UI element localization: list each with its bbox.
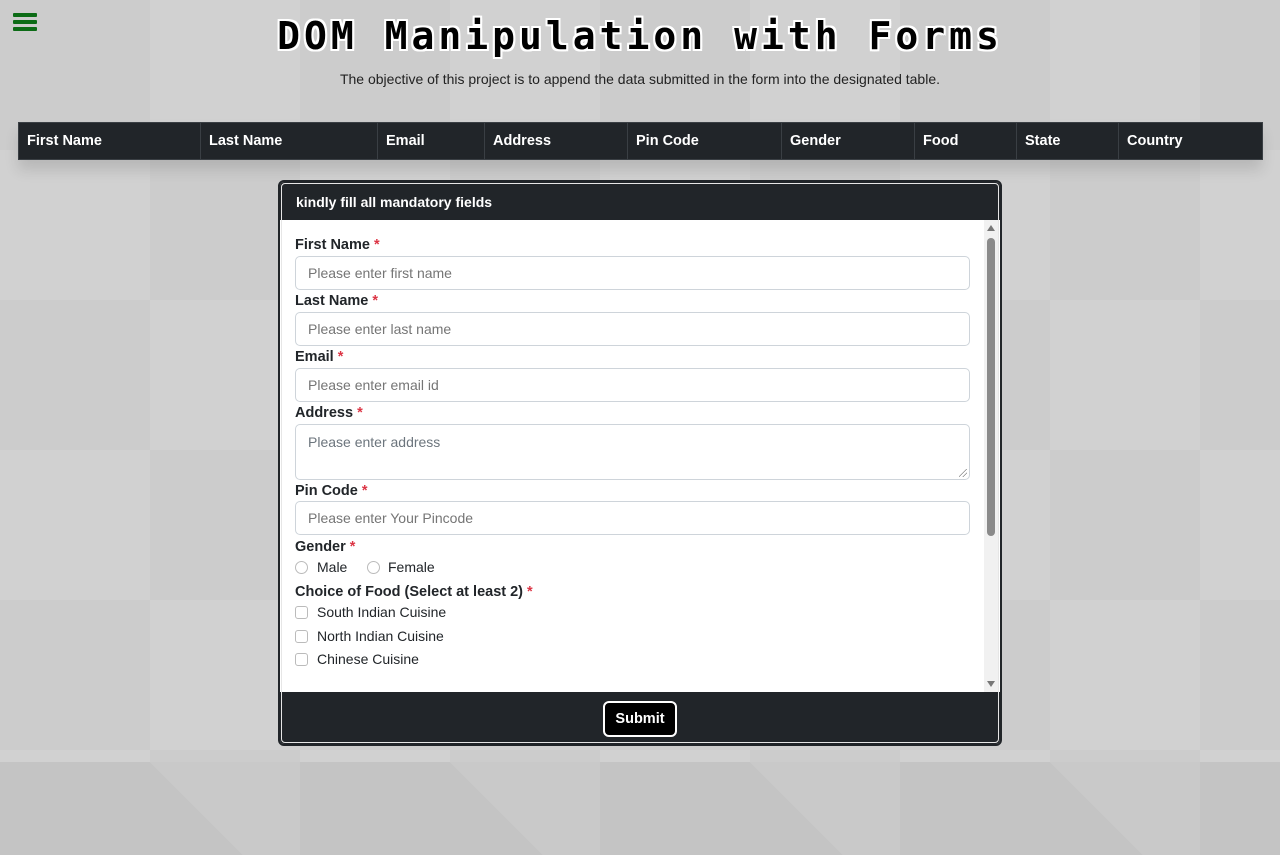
scroll-down-arrow-icon[interactable]: [987, 681, 995, 687]
food-chinese-label[interactable]: Chinese Cuisine: [317, 651, 419, 667]
column-header-state: State: [1016, 122, 1119, 160]
data-table-container: First Name Last Name Email Address Pin C…: [18, 122, 1263, 160]
column-header-address: Address: [484, 122, 628, 160]
food-south-indian-label[interactable]: South Indian Cuisine: [317, 604, 446, 620]
form-body: First Name * Last Name * Email * Address…: [280, 220, 1000, 692]
column-header-food: Food: [914, 122, 1017, 160]
form-card: kindly fill all mandatory fields First N…: [278, 180, 1002, 746]
food-chinese-checkbox[interactable]: [295, 653, 308, 666]
required-marker: *: [373, 237, 380, 253]
required-marker: *: [361, 483, 368, 499]
first-name-label: First Name *: [295, 237, 380, 253]
gender-male-label[interactable]: Male: [317, 559, 347, 575]
data-table: First Name Last Name Email Address Pin C…: [18, 122, 1263, 160]
required-marker: *: [372, 293, 379, 309]
required-marker: *: [527, 584, 533, 600]
email-input[interactable]: [295, 368, 970, 402]
food-south-indian-checkbox[interactable]: [295, 606, 308, 619]
footer-background: [0, 762, 1280, 855]
page-subtitle: The objective of this project is to appe…: [339, 71, 941, 87]
scroll-up-arrow-icon[interactable]: [987, 225, 995, 231]
column-header-email: Email: [377, 122, 485, 160]
resize-grip-icon[interactable]: [959, 469, 967, 477]
column-header-first-name: First Name: [18, 122, 201, 160]
required-marker: *: [349, 539, 356, 555]
required-marker: *: [357, 405, 363, 421]
last-name-label: Last Name *: [295, 293, 379, 309]
column-header-gender: Gender: [781, 122, 915, 160]
table-header-row: First Name Last Name Email Address Pin C…: [18, 122, 1263, 160]
page-title: DOM Manipulation with Forms: [277, 14, 1003, 58]
column-header-pin-code: Pin Code: [627, 122, 782, 160]
submit-button[interactable]: Submit: [603, 701, 677, 737]
address-placeholder: Please enter address: [308, 434, 441, 450]
required-marker: *: [337, 349, 344, 365]
gender-male-radio[interactable]: [295, 561, 308, 574]
food-north-indian-checkbox[interactable]: [295, 630, 308, 643]
first-name-input[interactable]: [295, 256, 970, 290]
gender-label: Gender *: [295, 539, 356, 555]
form-card-footer: Submit: [280, 692, 1000, 744]
form-scrollbar[interactable]: [984, 220, 998, 692]
last-name-input[interactable]: [295, 312, 970, 346]
food-north-indian-label[interactable]: North Indian Cuisine: [317, 628, 444, 644]
gender-female-label[interactable]: Female: [388, 559, 435, 575]
email-label: Email *: [295, 349, 344, 365]
address-label: Address *: [295, 405, 363, 421]
form-card-header: kindly fill all mandatory fields: [280, 182, 1000, 220]
address-textarea[interactable]: Please enter address: [295, 424, 970, 480]
column-header-last-name: Last Name: [200, 122, 378, 160]
scrollbar-thumb[interactable]: [987, 238, 995, 536]
pin-code-label: Pin Code *: [295, 483, 368, 499]
food-label: Choice of Food (Select at least 2) *: [295, 584, 533, 600]
pin-code-input[interactable]: [295, 501, 970, 535]
gender-female-radio[interactable]: [367, 561, 380, 574]
column-header-country: Country: [1118, 122, 1263, 160]
